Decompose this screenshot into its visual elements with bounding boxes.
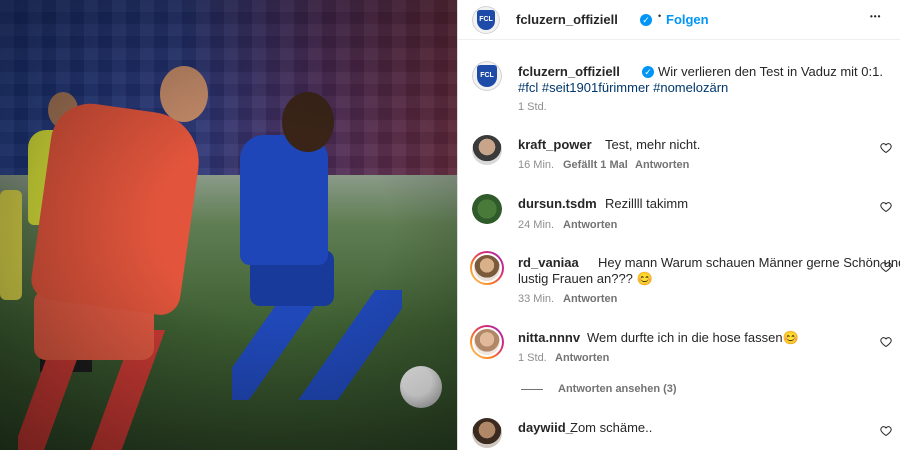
caption-username[interactable]: fcluzern_offiziell — [518, 64, 620, 79]
view-replies-button[interactable]: Antworten ansehen (3) — [558, 383, 677, 395]
caption-hashtags[interactable]: #fcl #seit1901fürimmer #nomelozärn — [518, 80, 728, 95]
reply-button[interactable]: Antworten — [563, 219, 617, 231]
dot-separator: • — [658, 11, 662, 21]
commenter-avatar[interactable] — [472, 194, 502, 224]
post-header: FCL fcluzern_offiziell ✓ • Folgen ••• — [458, 0, 900, 40]
comment-text: Zom schäme.. — [570, 420, 653, 435]
reply-button[interactable]: Antworten — [555, 352, 609, 364]
like-heart-icon[interactable] — [880, 142, 892, 154]
replies-divider — [521, 389, 543, 390]
comment-text: Rezillll takimm — [605, 196, 689, 211]
comment-text: Test, mehr nicht. — [605, 137, 701, 152]
caption-time[interactable]: 1 Std. — [518, 101, 547, 113]
comment-time[interactable]: 16 Min. — [518, 159, 554, 171]
account-avatar[interactable]: FCL — [472, 6, 500, 34]
commenter-avatar[interactable] — [472, 418, 502, 448]
more-options-icon[interactable]: ••• — [870, 12, 881, 21]
header-username[interactable]: fcluzern_offiziell — [516, 12, 618, 27]
reply-button[interactable]: Antworten — [563, 293, 617, 305]
comment-time[interactable]: 24 Min. — [518, 219, 554, 231]
comment-time[interactable]: 33 Min. — [518, 293, 554, 305]
comment-username[interactable]: kraft_power — [518, 137, 592, 152]
comment-username[interactable]: nitta.nnnv — [518, 330, 580, 345]
reply-button[interactable]: Antworten — [635, 159, 689, 171]
caption-avatar[interactable]: FCL — [472, 61, 502, 91]
commenter-avatar[interactable] — [472, 135, 502, 165]
fcl-logo-icon: FCL — [472, 6, 500, 34]
comment-username[interactable]: daywiid_ — [518, 420, 573, 435]
verified-badge-icon: ✓ — [642, 66, 654, 78]
like-heart-icon[interactable] — [880, 201, 892, 213]
photo-vignette — [0, 0, 457, 450]
like-heart-icon[interactable] — [880, 425, 892, 437]
comment-text: Wem durfte ich in die hose fassen😊 — [587, 330, 799, 345]
comment-username[interactable]: rd_vaniaa — [518, 255, 579, 270]
post-photo[interactable] — [0, 0, 457, 450]
comment-text-line-1: Hey mann Warum schauen Männer gerne Schö… — [598, 255, 900, 270]
comment-likes-count[interactable]: Gefällt 1 Mal — [563, 159, 628, 171]
like-heart-icon[interactable] — [880, 336, 892, 348]
commenter-avatar[interactable] — [472, 253, 502, 283]
like-heart-icon[interactable] — [880, 261, 892, 273]
post-detail-panel: FCL fcluzern_offiziell ✓ • Folgen ••• FC… — [457, 0, 900, 450]
comment-username[interactable]: dursun.tsdm — [518, 196, 597, 211]
follow-button[interactable]: Folgen — [666, 12, 709, 27]
comment-text-line-2: lustig Frauen an??? 😊 — [518, 271, 653, 286]
comment-time[interactable]: 1 Std. — [518, 352, 547, 364]
caption-text: Wir verlieren den Test in Vaduz mit 0:1. — [658, 64, 883, 79]
verified-badge-icon: ✓ — [640, 14, 652, 26]
fcl-logo-icon: FCL — [472, 61, 502, 91]
commenter-avatar[interactable] — [472, 327, 502, 357]
